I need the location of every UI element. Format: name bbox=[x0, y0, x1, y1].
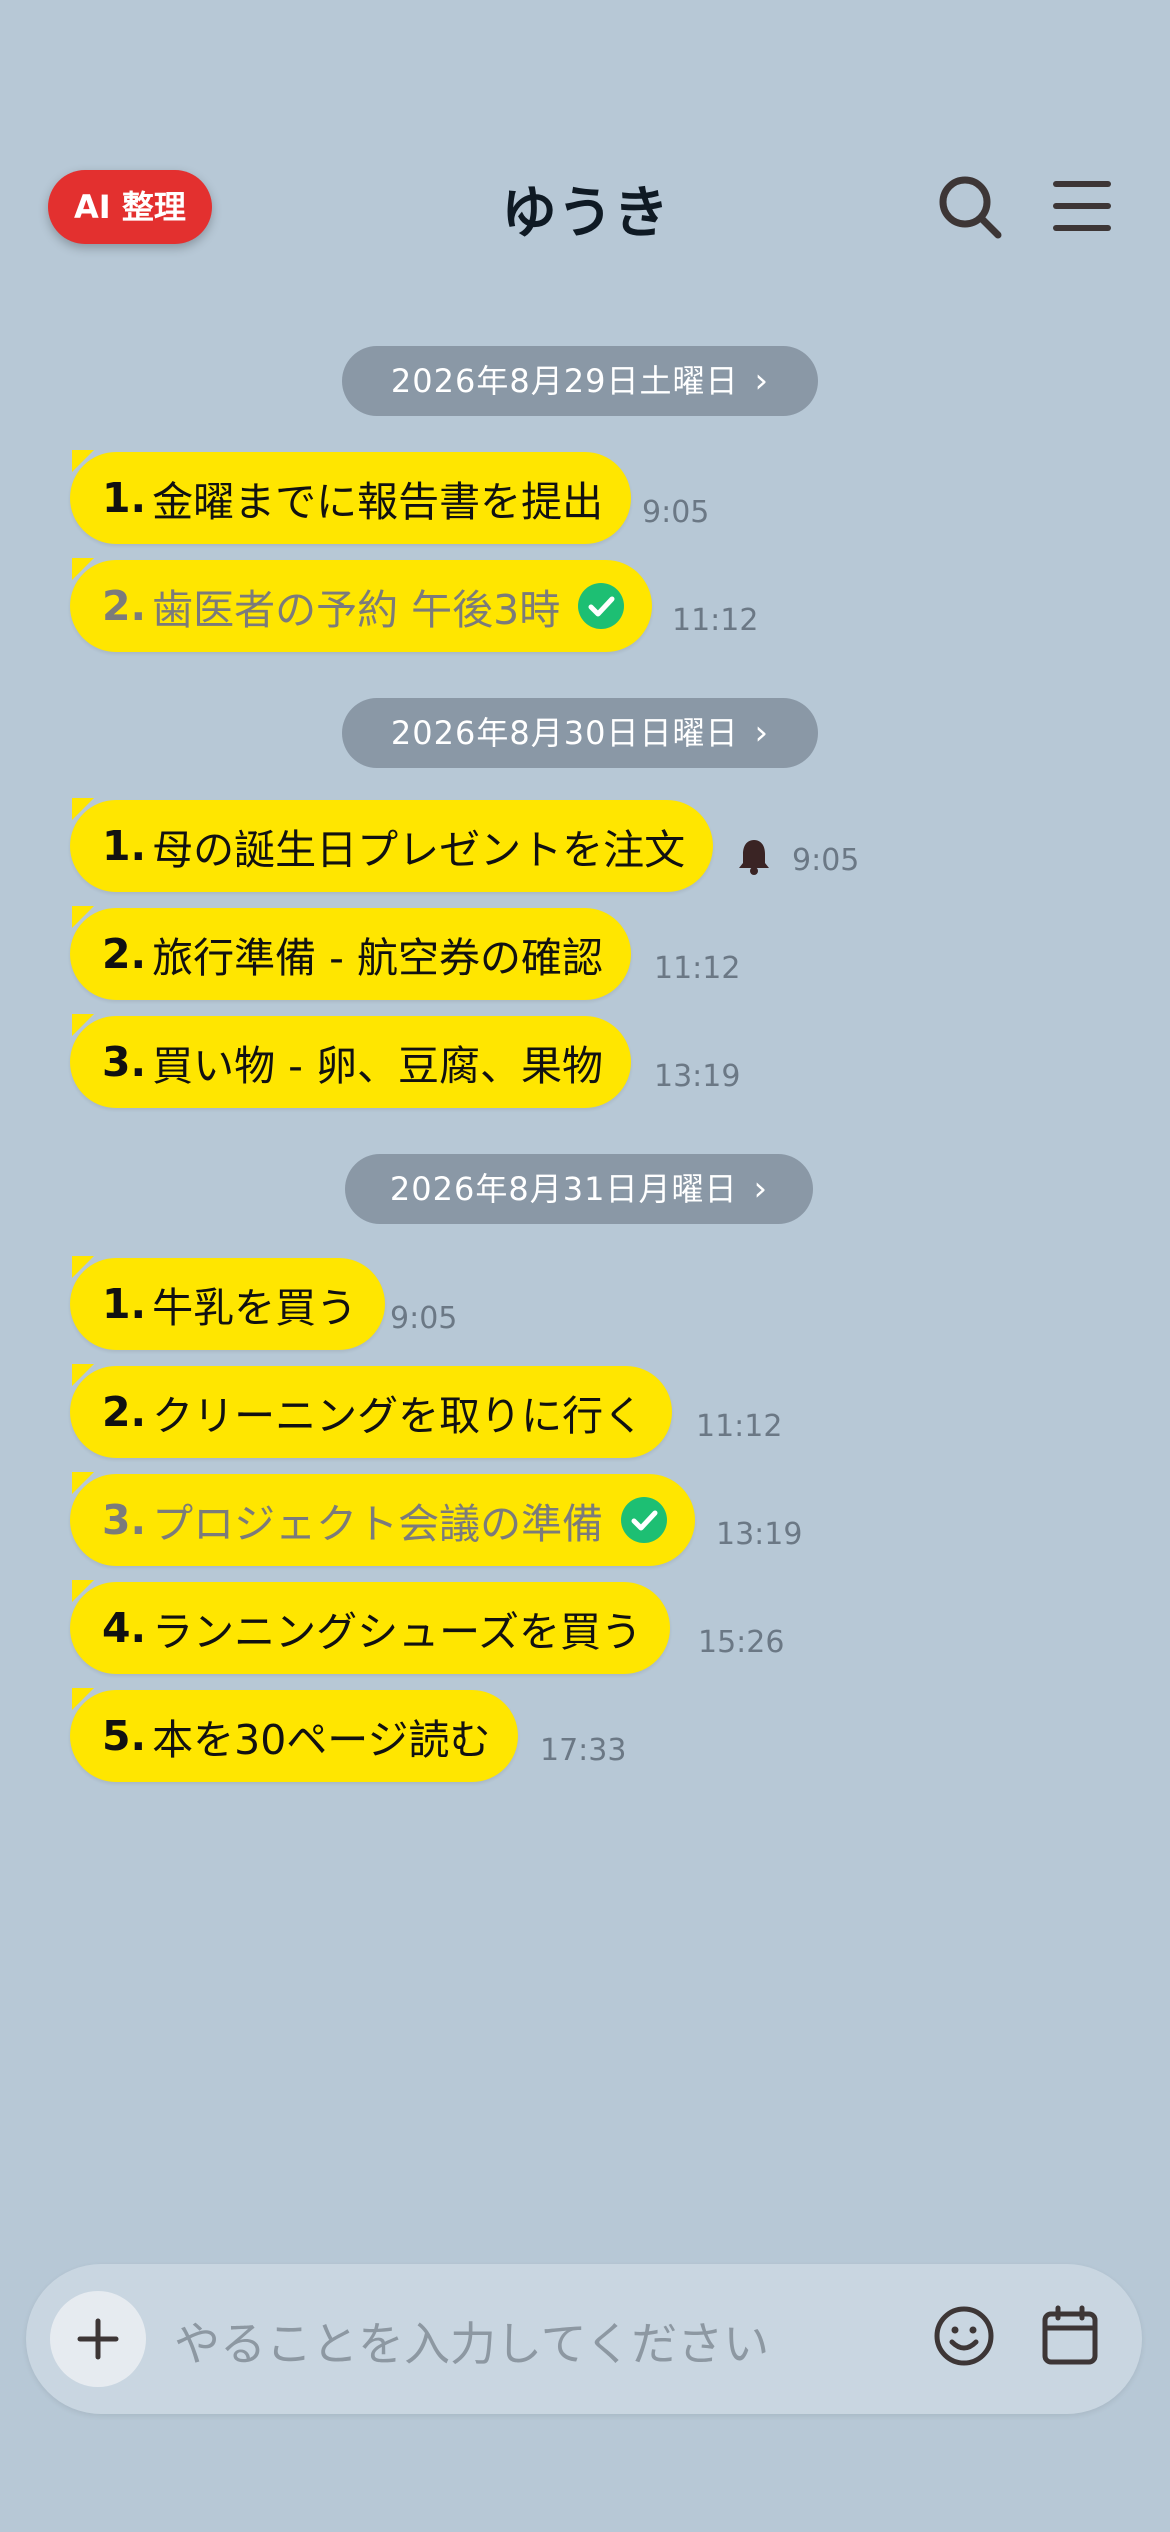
add-button[interactable] bbox=[50, 2291, 146, 2387]
date-label: 2026年8月30日日曜日 bbox=[390, 714, 739, 752]
todo-number: 1. bbox=[102, 1280, 147, 1328]
todo-item[interactable]: 2. 歯医者の予約 午後3時 11:12 bbox=[70, 558, 758, 652]
date-separator[interactable]: 2026年8月29日土曜日 › bbox=[342, 346, 818, 416]
menu-icon[interactable] bbox=[1052, 178, 1112, 234]
todo-text: ランニングシューズを買う bbox=[152, 1608, 643, 1656]
todo-number: 3. bbox=[102, 1038, 147, 1086]
todo-text: 旅行準備 - 航空券の確認 bbox=[152, 934, 603, 982]
todo-text: 牛乳を買う bbox=[152, 1284, 358, 1332]
search-icon[interactable] bbox=[935, 172, 1005, 242]
smiley-icon[interactable] bbox=[932, 2304, 996, 2368]
todo-text: 買い物 - 卵、豆腐、果物 bbox=[152, 1042, 603, 1090]
todo-item[interactable]: 4. ランニングシューズを買う 15:26 bbox=[70, 1580, 784, 1674]
todo-bubble[interactable]: 2. クリーニングを取りに行く bbox=[70, 1364, 673, 1458]
todo-text: クリーニングを取りに行く bbox=[152, 1392, 645, 1440]
todo-bubble[interactable]: 2. 歯医者の予約 午後3時 bbox=[70, 558, 653, 652]
todo-number: 5. bbox=[102, 1712, 147, 1760]
todo-number: 2. bbox=[102, 582, 147, 630]
todo-bubble[interactable]: 3. プロジェクト会議の準備 bbox=[70, 1472, 696, 1566]
todo-bubble[interactable]: 2. 旅行準備 - 航空券の確認 bbox=[70, 906, 631, 1000]
todo-number: 2. bbox=[102, 930, 147, 978]
todo-item[interactable]: 1. 母の誕生日プレゼントを注文 9:05 bbox=[70, 798, 859, 892]
timestamp: 13:19 bbox=[654, 1059, 741, 1094]
timestamp: 17:33 bbox=[540, 1733, 627, 1768]
todo-text: プロジェクト会議の準備 bbox=[152, 1500, 604, 1548]
composer-bar bbox=[26, 2264, 1142, 2414]
todo-number: 1. bbox=[102, 822, 147, 870]
todo-number: 3. bbox=[102, 1496, 147, 1544]
chat-screen: AI 整理 ゆうき 2026年8月29日土曜日 › 1. 金曜までに報告書を提出 … bbox=[0, 0, 1170, 2532]
timestamp: 11:12 bbox=[672, 603, 759, 638]
todo-bubble[interactable]: 1. 母の誕生日プレゼントを注文 bbox=[70, 798, 714, 892]
todo-item[interactable]: 5. 本を30ページ読む 17:33 bbox=[70, 1688, 626, 1782]
timestamp: 9:05 bbox=[642, 495, 710, 530]
todo-input[interactable] bbox=[174, 2314, 914, 2374]
chevron-right-icon: › bbox=[754, 713, 770, 753]
timestamp: 9:05 bbox=[792, 843, 860, 878]
todo-bubble[interactable]: 1. 牛乳を買う bbox=[70, 1256, 386, 1350]
timestamp: 11:12 bbox=[696, 1409, 783, 1444]
date-separator[interactable]: 2026年8月31日月曜日 › bbox=[345, 1154, 813, 1224]
check-circle-icon[interactable] bbox=[621, 1497, 668, 1543]
todo-bubble[interactable]: 1. 金曜までに報告書を提出 bbox=[70, 450, 632, 544]
calendar-icon[interactable] bbox=[1040, 2304, 1100, 2368]
timestamp: 11:12 bbox=[654, 951, 741, 986]
chevron-right-icon: › bbox=[754, 361, 770, 401]
plus-icon bbox=[77, 2318, 119, 2360]
todo-number: 1. bbox=[102, 474, 147, 522]
todo-number: 4. bbox=[102, 1604, 147, 1652]
date-separator[interactable]: 2026年8月30日日曜日 › bbox=[342, 698, 818, 768]
timestamp: 13:19 bbox=[716, 1517, 803, 1552]
date-label: 2026年8月29日土曜日 bbox=[390, 362, 739, 400]
todo-text: 歯医者の予約 午後3時 bbox=[152, 586, 561, 634]
todo-bubble[interactable]: 4. ランニングシューズを買う bbox=[70, 1580, 671, 1674]
todo-item[interactable]: 3. プロジェクト会議の準備 13:19 bbox=[70, 1472, 802, 1566]
todo-bubble[interactable]: 5. 本を30ページ読む bbox=[70, 1688, 519, 1782]
todo-text: 本を30ページ読む bbox=[152, 1716, 491, 1764]
header: AI 整理 ゆうき bbox=[0, 150, 1170, 260]
todo-item[interactable]: 1. 牛乳を買う 9:05 bbox=[70, 1256, 457, 1350]
bell-icon[interactable] bbox=[736, 836, 772, 876]
todo-item[interactable]: 2. 旅行準備 - 航空券の確認 11:12 bbox=[70, 906, 740, 1000]
todo-item[interactable]: 1. 金曜までに報告書を提出 9:05 bbox=[70, 450, 709, 544]
timestamp: 15:26 bbox=[698, 1625, 785, 1660]
todo-text: 金曜までに報告書を提出 bbox=[152, 478, 604, 526]
todo-item[interactable]: 3. 買い物 - 卵、豆腐、果物 13:19 bbox=[70, 1014, 740, 1108]
timestamp: 9:05 bbox=[390, 1301, 458, 1336]
todo-bubble[interactable]: 3. 買い物 - 卵、豆腐、果物 bbox=[70, 1014, 631, 1108]
date-label: 2026年8月31日月曜日 bbox=[389, 1170, 738, 1208]
todo-number: 2. bbox=[102, 1388, 147, 1436]
todo-item[interactable]: 2. クリーニングを取りに行く 11:12 bbox=[70, 1364, 782, 1458]
todo-text: 母の誕生日プレゼントを注文 bbox=[152, 826, 686, 874]
check-circle-icon[interactable] bbox=[578, 583, 625, 629]
chevron-right-icon: › bbox=[753, 1169, 769, 1209]
